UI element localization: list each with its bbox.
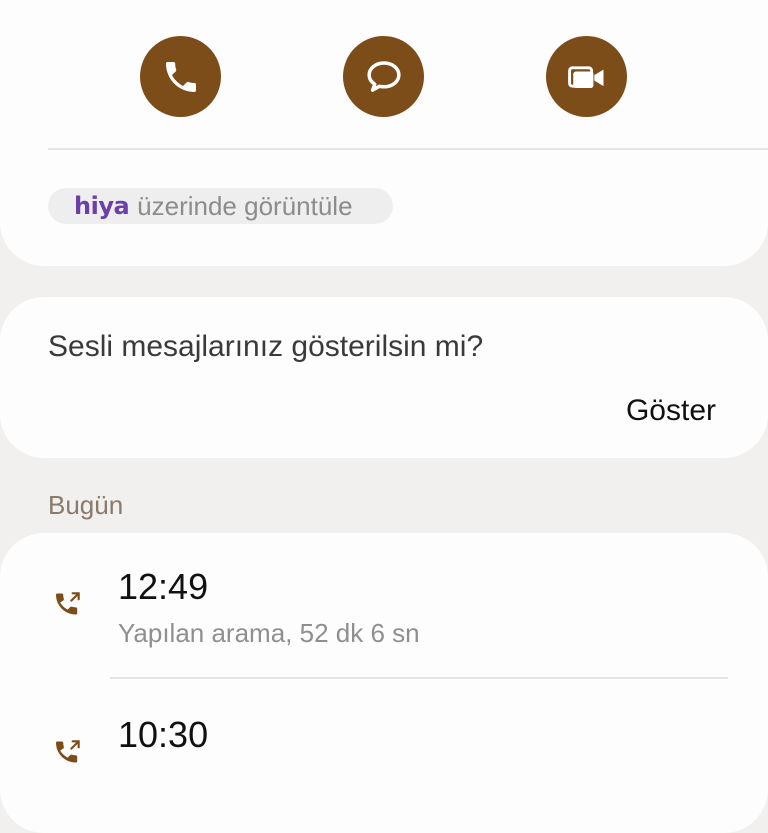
- outgoing-call-icon: [56, 592, 80, 615]
- call-log-entry[interactable]: 10:30: [0, 700, 768, 800]
- voicemail-prompt-card: [0, 297, 768, 458]
- show-voicemail-button[interactable]: Göster: [626, 394, 716, 428]
- message-icon: [366, 60, 401, 92]
- outgoing-call-icon: [56, 740, 80, 763]
- actions-divider: [48, 148, 768, 150]
- call-log-divider: [110, 677, 728, 679]
- call-button[interactable]: [140, 36, 221, 117]
- hiya-logo: hiya: [74, 192, 130, 220]
- call-time: 12:49: [118, 566, 209, 607]
- hiya-view-label: üzerinde görüntüle: [137, 191, 353, 221]
- video-call-button[interactable]: [546, 36, 627, 117]
- call-description: Yapılan arama, 52 dk 6 sn: [118, 618, 420, 648]
- phone-icon: [165, 61, 196, 92]
- call-log-entry[interactable]: 12:49 Yapılan arama, 52 dk 6 sn: [0, 560, 768, 676]
- section-header-today: Bugün: [48, 490, 124, 520]
- message-button[interactable]: [343, 36, 424, 117]
- voicemail-question: Sesli mesajlarınız gösterilsin mi?: [48, 330, 484, 363]
- video-call-icon: [567, 65, 603, 88]
- hiya-view-chip[interactable]: hiya üzerinde görüntüle: [48, 188, 393, 224]
- call-time: 10:30: [118, 714, 209, 755]
